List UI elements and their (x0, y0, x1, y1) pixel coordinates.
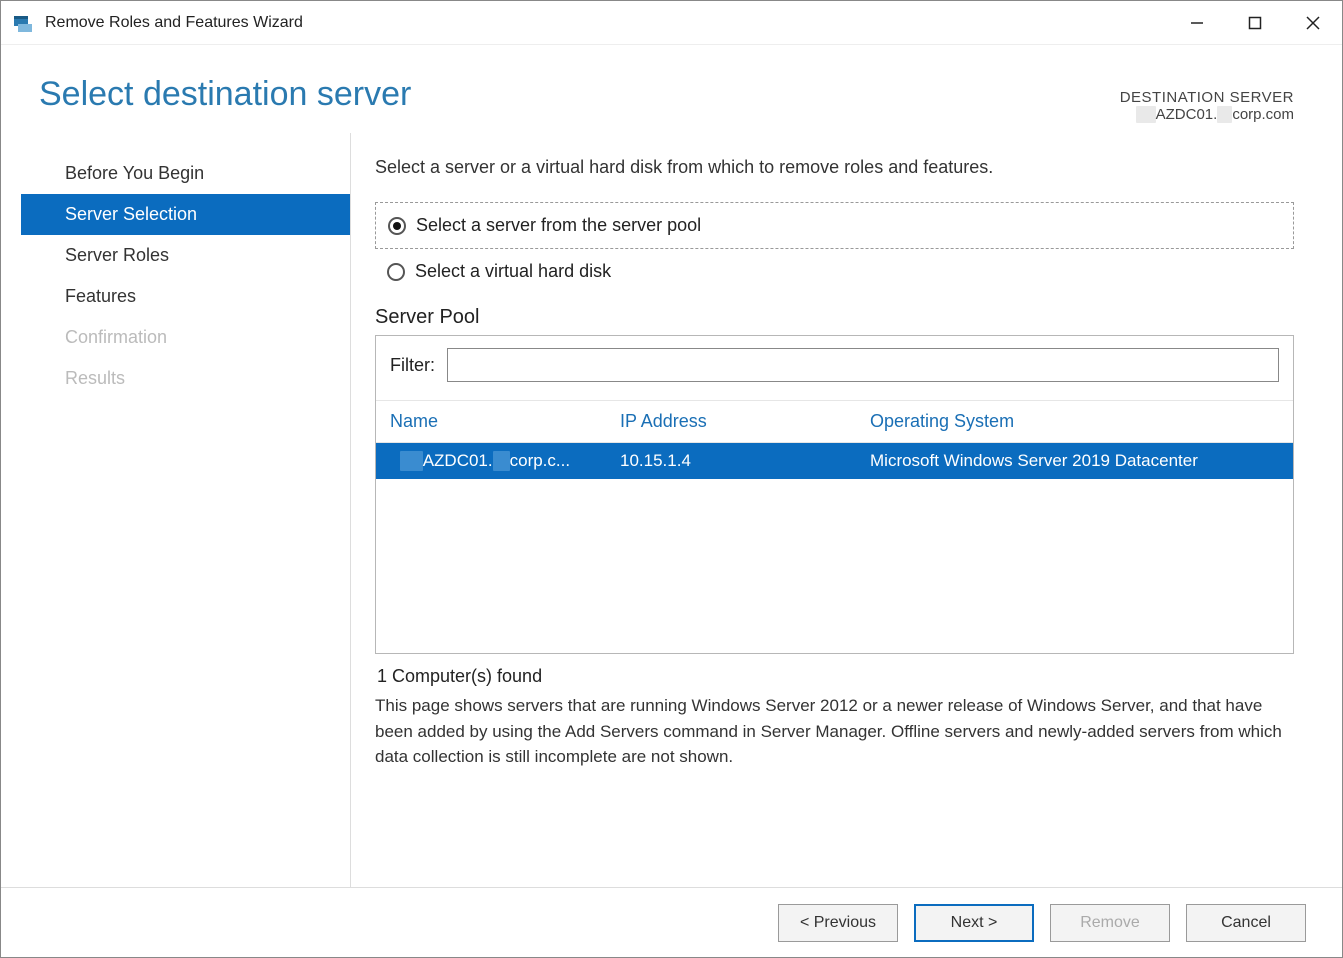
step-confirmation: Confirmation (21, 317, 350, 358)
window-controls (1168, 1, 1342, 44)
cancel-button[interactable]: Cancel (1186, 904, 1306, 942)
destination-server-box: DESTINATION SERVER XXAZDC01.xxcorp.com (1120, 89, 1294, 123)
filter-input[interactable] (447, 348, 1279, 382)
step-server-roles[interactable]: Server Roles (21, 235, 350, 276)
previous-button[interactable]: < Previous (778, 904, 898, 942)
server-table-header: Name IP Address Operating System (376, 401, 1293, 443)
window-title: Remove Roles and Features Wizard (45, 14, 1168, 32)
remove-button: Remove (1050, 904, 1170, 942)
filter-label: Filter: (390, 355, 435, 376)
step-before-you-begin[interactable]: Before You Begin (21, 153, 350, 194)
next-button[interactable]: Next > (914, 904, 1034, 942)
description-text: This page shows servers that are running… (375, 693, 1294, 770)
destination-server-value: XXAZDC01.xxcorp.com (1120, 106, 1294, 123)
server-pool-box: Filter: Name IP Address Operating System… (375, 335, 1294, 654)
server-pool-label: Server Pool (375, 306, 1294, 329)
col-header-name[interactable]: Name (390, 411, 620, 432)
radio-vhd[interactable] (387, 263, 405, 281)
minimize-button[interactable] (1168, 1, 1226, 44)
col-header-ip[interactable]: IP Address (620, 411, 870, 432)
filter-bar: Filter: (376, 336, 1293, 401)
radio-server-pool-label: Select a server from the server pool (416, 215, 701, 236)
wizard-footer: < Previous Next > Remove Cancel (1, 887, 1342, 957)
page-title: Select destination server (39, 75, 411, 114)
server-manager-icon (11, 11, 35, 35)
step-results: Results (21, 358, 350, 399)
server-table-body: XXAZDC01.xxcorp.c... 10.15.1.4 Microsoft… (376, 443, 1293, 653)
body-area: Before You Begin Server Selection Server… (1, 133, 1342, 887)
wizard-window: Remove Roles and Features Wizard Select … (0, 0, 1343, 958)
radio-vhd-group[interactable]: Select a virtual hard disk (375, 255, 1294, 288)
titlebar: Remove Roles and Features Wizard (1, 1, 1342, 45)
cell-os: Microsoft Windows Server 2019 Datacenter (870, 451, 1279, 471)
maximize-button[interactable] (1226, 1, 1284, 44)
col-header-os[interactable]: Operating System (870, 411, 1279, 432)
header-area: Select destination server DESTINATION SE… (1, 45, 1342, 133)
wizard-steps-sidebar: Before You Begin Server Selection Server… (21, 133, 351, 887)
instruction-text: Select a server or a virtual hard disk f… (375, 157, 1294, 178)
cell-name: XXAZDC01.xxcorp.c... (400, 451, 620, 471)
table-row[interactable]: XXAZDC01.xxcorp.c... 10.15.1.4 Microsoft… (376, 443, 1293, 479)
computers-found: 1 Computer(s) found (377, 666, 1292, 687)
step-features[interactable]: Features (21, 276, 350, 317)
radio-vhd-label: Select a virtual hard disk (415, 261, 611, 282)
radio-server-pool[interactable] (388, 217, 406, 235)
cell-ip: 10.15.1.4 (620, 451, 870, 471)
step-server-selection[interactable]: Server Selection (21, 194, 350, 235)
radio-server-pool-group[interactable]: Select a server from the server pool (375, 202, 1294, 249)
main-panel: Select a server or a virtual hard disk f… (351, 133, 1342, 887)
destination-server-label: DESTINATION SERVER (1120, 89, 1294, 106)
close-button[interactable] (1284, 1, 1342, 44)
